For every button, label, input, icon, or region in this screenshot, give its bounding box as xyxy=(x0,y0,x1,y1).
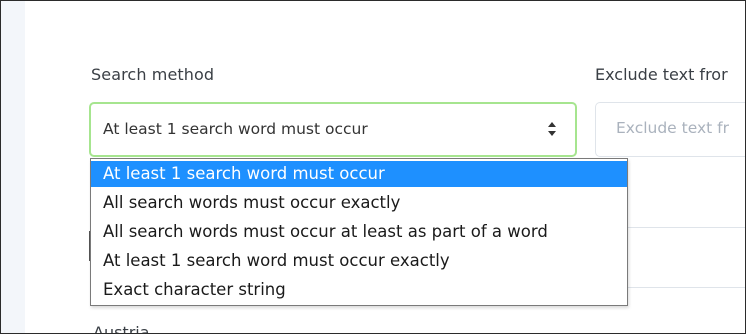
exclude-text-label: Exclude text fror xyxy=(595,65,728,84)
app-frame: Search method Exclude text fror At least… xyxy=(0,0,746,334)
search-method-label: Search method xyxy=(91,65,215,84)
dropdown-option[interactable]: All search words must occur at least as … xyxy=(91,219,627,245)
dropdown-option[interactable]: At least 1 search word must occur xyxy=(91,161,627,187)
background-field-border xyxy=(626,227,745,228)
dropdown-option[interactable]: All search words must occur exactly xyxy=(91,190,627,216)
exclude-text-input[interactable]: Exclude text fr xyxy=(595,102,745,157)
search-method-selected-value: At least 1 search word must occur xyxy=(103,120,368,138)
dropdown-option[interactable]: At least 1 search word must occur exactl… xyxy=(91,248,627,274)
background-field-border xyxy=(626,287,745,288)
left-panel-strip xyxy=(1,1,25,333)
dropdown-option[interactable]: Exact character string xyxy=(91,277,627,303)
sort-updown-icon xyxy=(548,122,556,136)
search-method-select[interactable]: At least 1 search word must occur xyxy=(89,102,577,157)
search-method-dropdown-list[interactable]: At least 1 search word must occur All se… xyxy=(90,158,628,306)
exclude-text-placeholder: Exclude text fr xyxy=(616,119,729,137)
country-label: Austria xyxy=(93,323,150,334)
